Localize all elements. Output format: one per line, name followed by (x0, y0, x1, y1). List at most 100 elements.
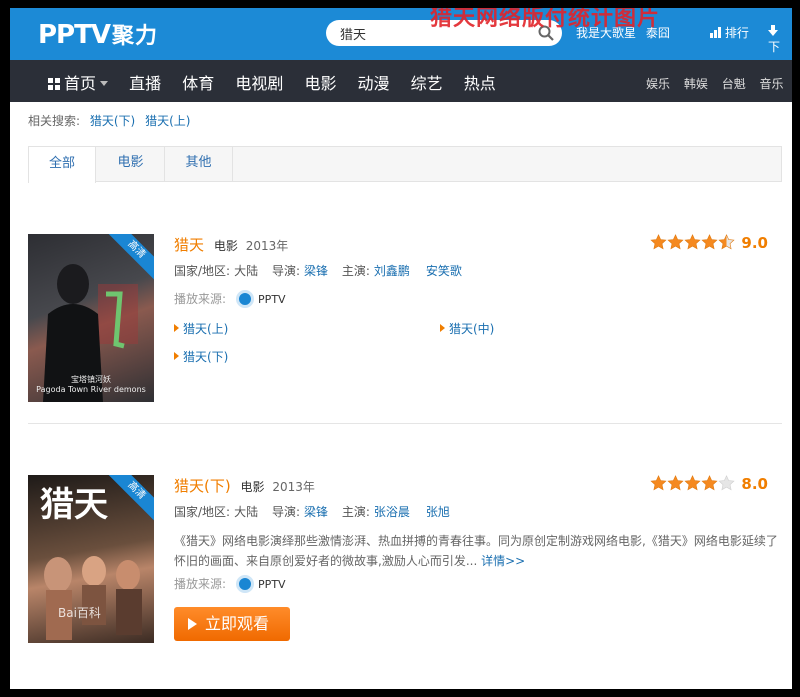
nav-sub-menu: 娱乐 韩娱 台魁 音乐 远 (646, 75, 792, 92)
nav-item-home[interactable]: 首页 (48, 70, 109, 94)
nav-item-live[interactable]: 直播 (129, 70, 161, 94)
result-meta: 国家/地区: 大陆 导演: 梁锋 主演: 刘鑫鹏 安笑歌 (174, 262, 472, 279)
rating: 8.0 (650, 475, 768, 493)
tab-all[interactable]: 全部 (28, 146, 96, 183)
page: PPTV聚力 我是大歌星 泰囧 排行 下 猎天网络版付统计图片 (10, 8, 792, 689)
episode-link[interactable]: 猎天(中) (440, 320, 494, 337)
cast-link[interactable]: 安笑歌 (426, 264, 462, 278)
cast-link[interactable]: 刘鑫鹏 (374, 264, 410, 278)
logo[interactable]: PPTV聚力 (38, 18, 158, 50)
logo-brand: PPTV (38, 20, 111, 50)
star-icon (650, 475, 668, 491)
star-icon (667, 234, 685, 250)
result-meta: 国家/地区: 大陆 导演: 梁锋 主演: 张浴晨 张旭 (174, 503, 460, 520)
download-link[interactable]: 下 (768, 24, 792, 55)
tab-other[interactable]: 其他 (165, 146, 233, 182)
cast-link[interactable]: 张旭 (426, 505, 450, 519)
source-label: 播放来源: (174, 292, 227, 306)
result-description: 《猎天》网络电影演绎那些激情澎湃、热血拼搏的青春往事。同为原创定制游戏网络电影,… (174, 531, 778, 571)
director-label: 导演: (271, 264, 300, 278)
nav-item-movie[interactable]: 电影 (304, 70, 336, 94)
pptv-icon (236, 290, 255, 308)
rating: 9.0 (650, 234, 768, 252)
cast-label: 主演: (341, 264, 370, 278)
arrow-icon (174, 324, 179, 332)
nav-item-label: 首页 (64, 74, 97, 93)
result-year: 2013年 (245, 239, 289, 253)
star-icon (684, 475, 702, 491)
result-title[interactable]: 猎天(下) (174, 477, 231, 495)
director-link[interactable]: 梁锋 (304, 264, 328, 278)
grid-icon (48, 78, 60, 90)
result-item: 猎天 高清 Bai百科 猎天(下) 电影 2013年 国家/地区: 大陆 导演: 梁… (28, 475, 782, 675)
star-icon (718, 475, 736, 491)
nav-sub-ent[interactable]: 娱乐 (646, 77, 670, 91)
cast-label: 主演: (341, 505, 370, 519)
watch-now-button[interactable]: 立即观看 (174, 607, 290, 641)
result-kind: 电影 (240, 480, 265, 494)
arrow-icon (440, 324, 445, 332)
rating-score: 8.0 (741, 475, 768, 493)
bar-chart-icon (710, 27, 721, 38)
download-icon (768, 25, 778, 36)
related-link[interactable]: 猎天(上) (145, 114, 190, 128)
nav-item-sports[interactable]: 体育 (182, 70, 214, 94)
related-search: 相关搜索: 猎天(下) 猎天(上) (28, 112, 190, 129)
chevron-down-icon (100, 81, 109, 86)
poster-caption: 宝塔镇河妖 Pagoda Town River demons (36, 375, 146, 394)
region-label: 国家/地区: (174, 505, 231, 519)
pptv-icon (236, 575, 255, 593)
poster-image[interactable]: 高清 宝塔镇河妖 Pagoda Town River demons (28, 234, 154, 402)
download-label: 下 (768, 40, 781, 54)
episode-link[interactable]: 猎天(下) (174, 348, 228, 365)
episode-link[interactable]: 猎天(上) (174, 320, 228, 337)
star-icon (701, 234, 719, 250)
baidu-watermark: Bai百科 (58, 606, 101, 620)
arrow-icon (174, 352, 179, 360)
source-line: 播放来源: PPTV (174, 290, 286, 308)
main-nav: 首页 直播 体育 电视剧 电影 动漫 综艺 热点 娱乐 韩娱 台魁 音乐 远 (10, 60, 792, 102)
star-icon (718, 234, 736, 250)
source-name[interactable]: PPTV (258, 293, 286, 306)
result-year: 2013年 (272, 480, 315, 494)
star-icon (684, 234, 702, 250)
result-title-line: 猎天 电影 2013年 (174, 234, 288, 255)
rank-label: 排行 (724, 26, 749, 40)
related-link[interactable]: 猎天(下) (90, 114, 135, 128)
star-rating (650, 234, 736, 251)
region-value: 大陆 (234, 264, 259, 278)
rating-score: 9.0 (741, 234, 768, 252)
result-title[interactable]: 猎天 (174, 236, 204, 254)
nav-item-tv[interactable]: 电视剧 (235, 70, 283, 94)
region-value: 大陆 (234, 505, 259, 519)
source-label: 播放来源: (174, 577, 227, 591)
description-text: 《猎天》网络电影演绎那些激情澎湃、热血拼搏的青春往事。同为原创定制游戏网络电影,… (174, 534, 778, 568)
source-line: 播放来源: PPTV (174, 575, 286, 593)
director-label: 导演: (271, 505, 300, 519)
play-icon (188, 618, 197, 630)
result-kind: 电影 (213, 239, 238, 253)
more-link[interactable]: 详情>> (481, 554, 525, 568)
watermark: 猎天网络版付统计图片 (430, 8, 661, 31)
poster-image[interactable]: 猎天 高清 Bai百科 (28, 475, 154, 643)
nav-item-variety[interactable]: 综艺 (411, 70, 443, 94)
related-label: 相关搜索: (28, 114, 81, 128)
nav-sub-kent[interactable]: 韩娱 (684, 77, 708, 91)
star-icon (701, 475, 719, 491)
nav-item-anime[interactable]: 动漫 (358, 70, 390, 94)
cast-link[interactable]: 张浴晨 (374, 505, 410, 519)
filter-tabs: 全部 电影 其他 (28, 146, 782, 183)
star-rating (650, 475, 736, 492)
top-bar: PPTV聚力 我是大歌星 泰囧 排行 下 猎天网络版付统计图片 (10, 8, 792, 60)
tab-movie[interactable]: 电影 (97, 146, 165, 182)
source-name[interactable]: PPTV (258, 578, 286, 591)
nav-sub-music[interactable]: 音乐 (760, 77, 784, 91)
nav-sub-tw[interactable]: 台魁 (722, 77, 746, 91)
watch-label: 立即观看 (205, 614, 270, 633)
star-icon (650, 234, 668, 250)
director-link[interactable]: 梁锋 (304, 505, 328, 519)
rank-link[interactable]: 排行 (710, 24, 749, 41)
logo-sub: 聚力 (111, 24, 158, 49)
nav-item-hot[interactable]: 热点 (464, 70, 496, 94)
result-item: 高清 宝塔镇河妖 Pagoda Town River demons 猎天 电影 … (28, 234, 782, 424)
